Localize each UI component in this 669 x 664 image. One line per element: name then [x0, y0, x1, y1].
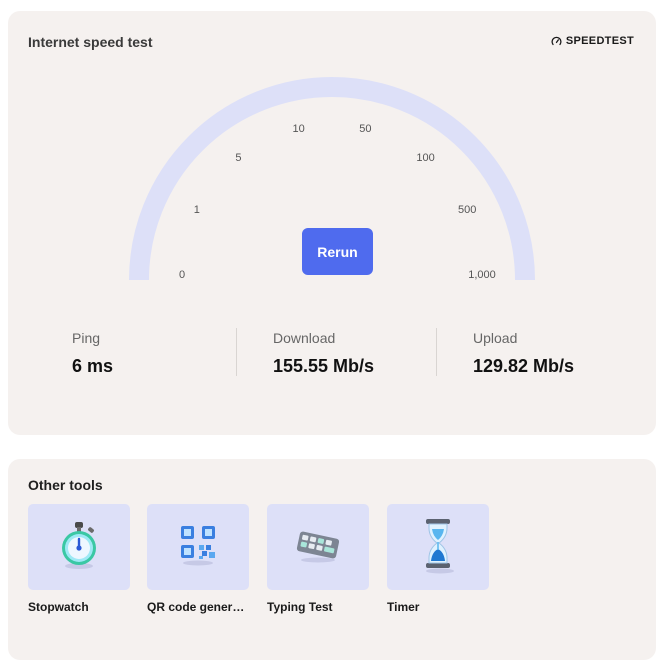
stopwatch-icon — [55, 519, 103, 576]
download-label: Download — [273, 330, 336, 346]
tool-label: Timer — [387, 600, 420, 614]
gauge-tick-label: 0 — [178, 269, 186, 281]
hourglass-icon — [416, 515, 460, 580]
metric-divider — [436, 328, 437, 376]
tool-tile[interactable] — [267, 504, 369, 590]
gauge-tick-label: 100 — [416, 151, 435, 164]
tool-tile[interactable] — [28, 504, 130, 590]
gauge-tick-label: 50 — [359, 122, 372, 135]
tool-tile[interactable] — [147, 504, 249, 590]
tool-label: Typing Test — [267, 600, 333, 614]
tool-label: Stopwatch — [28, 600, 89, 614]
download-value: 155.55 Mb/s — [273, 356, 375, 376]
ping-metric: Ping 6 ms — [72, 330, 113, 377]
qr-code-icon — [176, 523, 220, 572]
gauge-tick-label: 1,000 — [468, 269, 496, 281]
gauge-tick-label: 500 — [457, 203, 477, 216]
metric-divider — [236, 328, 237, 376]
gauge-tick-label: 5 — [235, 151, 242, 164]
upload-metric: Upload 129.82 Mb/s — [473, 330, 574, 377]
ping-label: Ping — [72, 330, 101, 346]
tool-label: QR code generator — [147, 600, 247, 614]
tool-stopwatch[interactable]: Stopwatch — [28, 504, 130, 614]
speed-test-card: Internet speed test SPEEDTEST 0 1 5 10 5… — [8, 11, 656, 435]
rerun-button[interactable]: Rerun — [302, 228, 373, 275]
upload-label: Upload — [473, 330, 518, 346]
gauge-tick-label: 10 — [292, 122, 305, 135]
other-tools-title: Other tools — [28, 477, 103, 493]
tool-qr-code-generator[interactable]: QR code generator — [147, 504, 249, 614]
upload-value: 129.82 Mb/s — [473, 356, 575, 376]
tool-typing-test[interactable]: Typing Test — [267, 504, 369, 614]
tool-tile[interactable] — [387, 504, 489, 590]
download-metric: Download 155.55 Mb/s — [273, 330, 374, 377]
tool-timer[interactable]: Timer — [387, 504, 489, 614]
keyboard-icon — [294, 525, 342, 570]
other-tools-card: Other tools Stopwatch QR code generator … — [8, 459, 656, 660]
gauge-tick-label: 1 — [193, 203, 200, 216]
ping-value: 6 ms — [72, 356, 114, 376]
